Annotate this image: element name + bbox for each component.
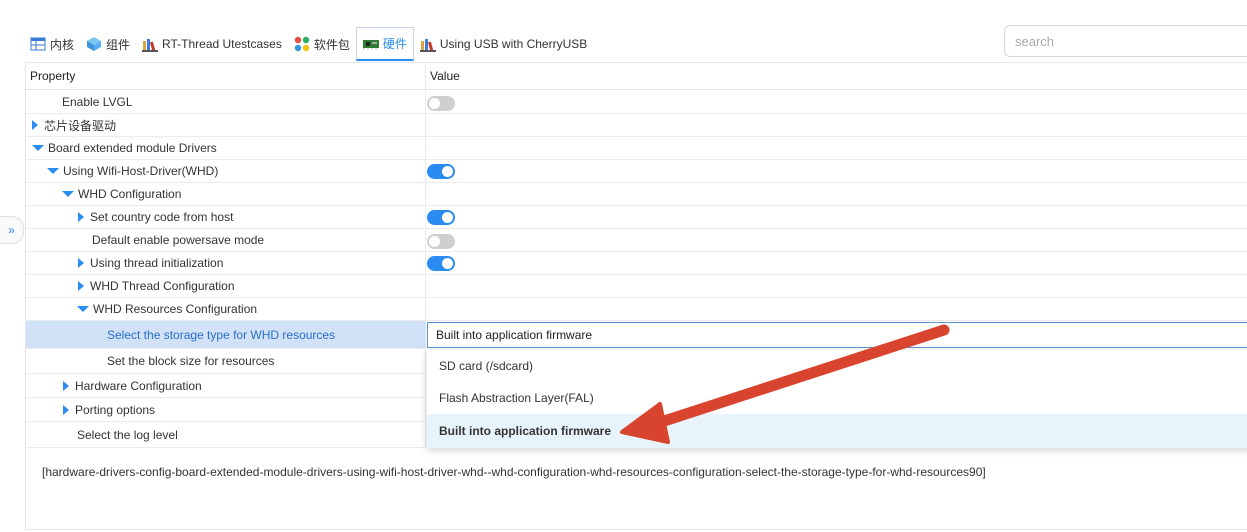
row-label: Select the log level bbox=[77, 427, 178, 442]
table-row[interactable]: Porting options bbox=[26, 398, 426, 422]
row-label: WHD Resources Configuration bbox=[93, 302, 258, 316]
expand-sidebar-button[interactable]: » bbox=[0, 216, 24, 244]
collapse-arrow-icon[interactable] bbox=[77, 306, 89, 312]
toggle-knob bbox=[442, 166, 453, 177]
expand-arrow-icon[interactable] bbox=[63, 380, 69, 391]
toggle-switch[interactable] bbox=[427, 96, 455, 111]
row-label: Set the block size for resources bbox=[107, 354, 275, 368]
toggle-switch[interactable] bbox=[427, 210, 455, 225]
toggle-knob bbox=[429, 236, 440, 247]
tab-label: 软件包 bbox=[313, 37, 350, 52]
expand-arrow-icon[interactable] bbox=[78, 281, 84, 291]
tab-label: 内核 bbox=[50, 37, 75, 52]
search-input[interactable] bbox=[1004, 25, 1247, 57]
collapse-arrow-icon[interactable] bbox=[32, 145, 44, 151]
dropdown-option-sdcard[interactable]: SD card (/sdcard) bbox=[427, 350, 1247, 382]
table-row[interactable]: Board extended module Drivers bbox=[26, 137, 1247, 160]
collapse-arrow-icon[interactable] bbox=[62, 191, 74, 197]
table-row[interactable]: 芯片设备驱动 bbox=[26, 114, 1247, 137]
column-header-property: Property bbox=[30, 69, 76, 83]
property-table: Property Value Enable LVGL 芯片设备驱动 Board … bbox=[25, 62, 1247, 530]
tab-label: RT-Thread Utestcases bbox=[162, 37, 282, 51]
row-label: 芯片设备驱动 bbox=[44, 118, 117, 133]
tab-components[interactable]: 组件 bbox=[80, 27, 136, 61]
table-row[interactable]: WHD Resources Configuration bbox=[26, 298, 1247, 321]
row-label: Using Wifi-Host-Driver(WHD) bbox=[63, 164, 219, 178]
row-label: Using thread initialization bbox=[90, 256, 224, 270]
tab-utestcases[interactable]: RT-Thread Utestcases bbox=[136, 27, 288, 61]
row-label: Enable LVGL bbox=[62, 95, 133, 109]
cube-icon bbox=[86, 36, 102, 52]
row-label: Board extended module Drivers bbox=[48, 141, 217, 155]
expand-arrow-icon[interactable] bbox=[32, 120, 38, 130]
toggle-switch[interactable] bbox=[427, 256, 455, 271]
table-row[interactable]: Enable LVGL bbox=[26, 91, 1247, 114]
table-row[interactable]: Hardware Configuration bbox=[26, 374, 426, 398]
table-row[interactable]: Default enable powersave mode bbox=[26, 229, 1247, 252]
tab-cherryusb[interactable]: Using USB with CherryUSB bbox=[414, 27, 593, 61]
table-row[interactable]: WHD Configuration bbox=[26, 183, 1247, 206]
tab-kernel[interactable]: 内核 bbox=[24, 27, 80, 61]
books-icon bbox=[142, 36, 159, 52]
row-label: WHD Thread Configuration bbox=[90, 279, 235, 293]
tab-packages[interactable]: 软件包 bbox=[288, 27, 356, 61]
row-label: Porting options bbox=[75, 402, 156, 417]
table-row-selected[interactable]: Select the storage type for WHD resource… bbox=[26, 321, 426, 349]
config-key-text: [hardware-drivers-config-board-extended-… bbox=[42, 465, 986, 479]
select-value: Built into application firmware bbox=[436, 328, 593, 342]
column-header-value: Value bbox=[430, 69, 460, 83]
table-icon bbox=[30, 36, 46, 52]
dropdown-option-builtin[interactable]: Built into application firmware bbox=[427, 414, 1247, 448]
row-label: Set country code from host bbox=[90, 210, 234, 224]
tab-bar: 内核 组件 RT-Thread Utestcases 软件包 硬件 Using … bbox=[24, 26, 593, 62]
row-label: Default enable powersave mode bbox=[92, 233, 265, 247]
toggle-knob bbox=[429, 98, 440, 109]
toggle-knob bbox=[442, 258, 453, 269]
expand-arrow-icon[interactable] bbox=[78, 212, 84, 222]
row-label: Hardware Configuration bbox=[75, 378, 202, 393]
tab-label: 组件 bbox=[106, 37, 131, 52]
dropdown-option-fal[interactable]: Flash Abstraction Layer(FAL) bbox=[427, 382, 1247, 414]
toggle-switch[interactable] bbox=[427, 164, 455, 179]
storage-type-select[interactable]: Built into application firmware bbox=[427, 322, 1247, 348]
tab-label: Using USB with CherryUSB bbox=[439, 37, 588, 51]
tab-label: 硬件 bbox=[382, 37, 407, 51]
dropdown-menu: SD card (/sdcard) Flash Abstraction Laye… bbox=[427, 350, 1247, 448]
double-chevron-right-icon: » bbox=[8, 223, 15, 237]
table-row[interactable]: Set the block size for resources bbox=[26, 349, 426, 374]
board-icon bbox=[362, 36, 379, 52]
table-row[interactable]: WHD Thread Configuration bbox=[26, 275, 1247, 298]
row-label: WHD Configuration bbox=[78, 187, 182, 201]
tab-hardware[interactable]: 硬件 bbox=[355, 27, 414, 61]
books-icon bbox=[419, 36, 436, 52]
dots-icon bbox=[294, 36, 310, 52]
table-row[interactable]: Set country code from host bbox=[26, 206, 1247, 229]
table-row[interactable]: Using thread initialization bbox=[26, 252, 1247, 275]
table-row[interactable]: Select the log level bbox=[26, 422, 426, 448]
row-label: Select the storage type for WHD resource… bbox=[107, 327, 336, 342]
expand-arrow-icon[interactable] bbox=[78, 258, 84, 268]
toggle-knob bbox=[442, 212, 453, 223]
collapse-arrow-icon[interactable] bbox=[47, 168, 59, 174]
table-row[interactable]: Using Wifi-Host-Driver(WHD) bbox=[26, 160, 1247, 183]
expand-arrow-icon[interactable] bbox=[63, 404, 69, 415]
table-header: Property Value bbox=[26, 63, 1247, 90]
toggle-switch[interactable] bbox=[427, 234, 455, 249]
